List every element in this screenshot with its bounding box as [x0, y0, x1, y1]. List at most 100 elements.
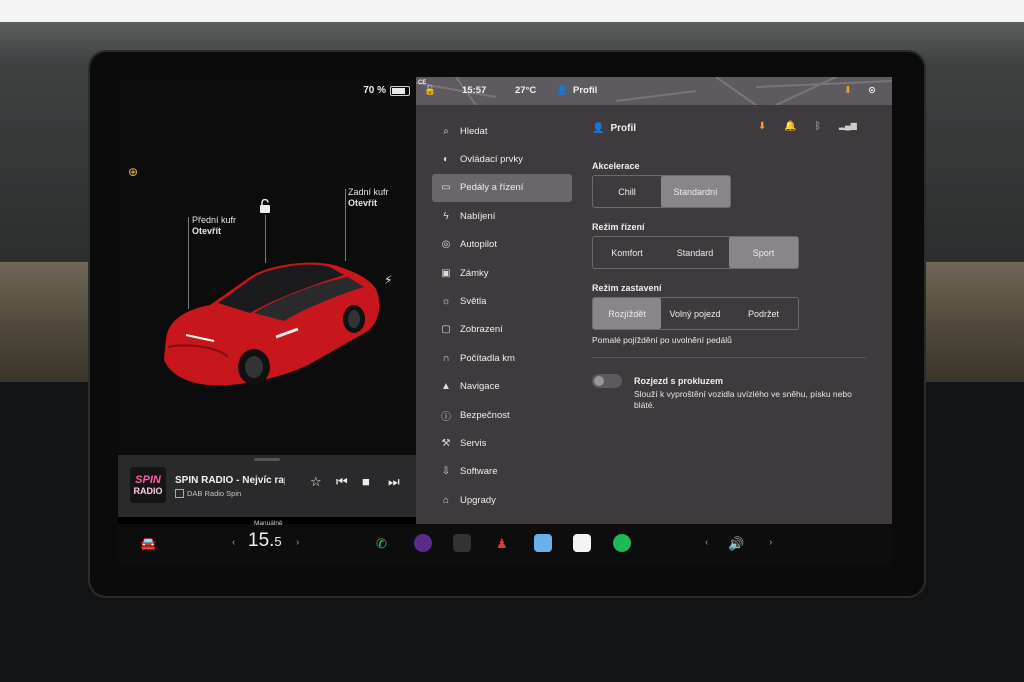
download-icon: ⇩	[441, 466, 451, 478]
rear-trunk-action[interactable]: Otevřít	[348, 198, 389, 209]
car-icon[interactable]: 🚘	[140, 536, 156, 552]
steering-option-standard[interactable]: Standard	[661, 237, 729, 268]
sidebar-item-service[interactable]: ⚒ Servis	[432, 429, 572, 457]
media-title: SPIN RADIO - Nejvíc rap	[175, 475, 285, 486]
sidebar-item-locks[interactable]: ▣ Zámky	[432, 259, 572, 287]
sidebar-item-label: Zámky	[460, 267, 489, 279]
battery-text: 70 %	[363, 85, 386, 96]
acceleration-option-chill[interactable]: Chill	[593, 176, 661, 207]
app-launcher-icon[interactable]	[534, 534, 552, 552]
lte-signal-icon: ▂▄▆	[838, 121, 857, 130]
stop-icon[interactable]: ■	[362, 475, 370, 489]
stopping-option-hold[interactable]: Podržet	[729, 298, 798, 329]
sidebar-item-display[interactable]: ▢ Zobrazení	[432, 316, 572, 344]
bag-icon: ⌂	[442, 494, 450, 506]
media-source: DAB Radio Spin	[175, 489, 241, 498]
stopping-option-roll[interactable]: Volný pojezd	[661, 298, 729, 329]
search-icon: ⌕	[443, 125, 449, 137]
acceleration-selector[interactable]: Chill Standardní	[592, 175, 731, 208]
bell-icon[interactable]: 🔔	[784, 121, 796, 132]
steering-option-sport[interactable]: Sport	[729, 237, 798, 268]
sidebar-item-label: Software	[460, 466, 498, 478]
outside-temperature: 27°C	[515, 85, 537, 96]
spotify-icon[interactable]	[613, 534, 631, 552]
download-icon[interactable]: ⬇	[844, 85, 852, 96]
sidebar-item-pedals[interactable]: ▭ Pedály a řízení	[432, 173, 572, 203]
bolt-icon: ϟ	[443, 210, 449, 222]
temp-down-chevron-icon[interactable]: ‹	[232, 537, 235, 548]
tire-pressure-icon[interactable]: ⊕	[128, 165, 138, 179]
car-icon: ▭	[441, 182, 451, 194]
sidebar-item-charging[interactable]: ϟ Nabíjení	[432, 202, 572, 230]
header-icons: ⬇ 🔔 ᛒ ▂▄▆	[758, 121, 857, 132]
slip-start-title: Rozjezd s prokluzem	[634, 376, 724, 386]
wrench-icon: ⚒	[441, 437, 451, 449]
car-panel: 70 % ⊕ Přední kufr Otevřít Zadní kufr Ot…	[118, 77, 416, 455]
lock-status-icon[interactable]: 🔓	[424, 85, 436, 96]
download-icon[interactable]: ⬇	[758, 121, 766, 132]
sidebar-item-safety[interactable]: ⓘ Bezpečnost	[432, 401, 572, 429]
dashboard-top	[0, 0, 1024, 22]
slip-start-toggle[interactable]	[592, 374, 622, 388]
rear-trunk-label: Zadní kufr	[348, 187, 389, 197]
steering-option-comfort[interactable]: Komfort	[593, 237, 661, 268]
map-strip[interactable]: CE 🔓 15:57 27°C 👤 Profil ⬇ ⊙	[416, 77, 892, 105]
settings-sidebar: ⌕ Hledat ◐ Ovládací prvky ▭ Pedály a řízení…	[432, 117, 572, 514]
sidebar-item-label: Počítadla km	[460, 352, 515, 364]
acceleration-option-standard[interactable]: Standardní	[661, 176, 730, 207]
stopping-option-creep[interactable]: Rozjíždět	[593, 298, 661, 329]
profile-icon[interactable]: 👤	[556, 85, 568, 96]
joystick-icon[interactable]: ♟	[496, 536, 508, 552]
stopping-selector[interactable]: Rozjíždět Volný pojezd Podržet	[592, 297, 799, 330]
sidebar-item-label: Ovládací prvky	[460, 154, 523, 166]
sidebar-item-controls[interactable]: ◐ Ovládací prvky	[432, 145, 572, 173]
slip-start-description: Slouží k vyproštění vozidla uvízlého ve …	[634, 389, 852, 410]
status-profile[interactable]: Profil	[573, 85, 597, 96]
sidebar-item-label: Servis	[460, 437, 487, 449]
climate-mode-label: Manuálně	[254, 520, 283, 527]
sidebar-item-navigation[interactable]: ▲ Navigace	[432, 373, 572, 401]
phone-icon[interactable]: ✆	[376, 536, 387, 552]
profile-header[interactable]: 👤 Profil	[592, 123, 636, 134]
radio-source-icon	[175, 489, 184, 498]
volume-up-chevron-icon[interactable]: ›	[769, 537, 772, 548]
cabin-temperature[interactable]: 15.5	[248, 530, 282, 552]
acceleration-title: Akcelerace	[592, 161, 640, 171]
clock: 15:57	[462, 85, 487, 96]
sidebar-item-upgrades[interactable]: ⌂ Upgrady	[432, 486, 572, 514]
sidebar-item-search[interactable]: ⌕ Hledat	[432, 117, 572, 145]
volume-down-chevron-icon[interactable]: ‹	[705, 537, 708, 548]
sidebar-item-trips[interactable]: ∩ Počítadla km	[432, 344, 572, 372]
unlock-icon[interactable]	[259, 199, 271, 213]
temp-up-chevron-icon[interactable]: ›	[296, 537, 299, 548]
rear-trunk[interactable]: Zadní kufr Otevřít	[348, 187, 389, 209]
sidebar-item-autopilot[interactable]: ◎ Autopilot	[432, 231, 572, 259]
navigation-icon: ▲	[441, 381, 451, 393]
media-player[interactable]: SPIN RADIO SPIN RADIO - Nejvíc rap DAB R…	[118, 455, 416, 517]
sidebar-item-software[interactable]: ⇩ Software	[432, 458, 572, 486]
toggle-icon: ◐	[442, 154, 450, 166]
sidebar-item-label: Bezpečnost	[460, 409, 510, 421]
sidebar-item-label: Upgrady	[460, 494, 496, 506]
sidebar-item-label: Navigace	[460, 381, 500, 393]
steering-selector[interactable]: Komfort Standard Sport	[592, 236, 799, 269]
touchscreen: 70 % ⊕ Přední kufr Otevřít Zadní kufr Ot…	[118, 77, 892, 565]
divider	[592, 357, 866, 358]
more-apps-icon[interactable]	[453, 534, 471, 552]
next-track-icon[interactable]: ⏭	[388, 475, 400, 489]
front-trunk[interactable]: Přední kufr Otevřít	[192, 215, 236, 237]
media-drag-handle[interactable]	[254, 458, 280, 461]
calendar-icon[interactable]	[573, 534, 591, 552]
favorite-star-icon[interactable]: ☆	[310, 475, 322, 489]
media-source-text: DAB Radio Spin	[187, 489, 242, 498]
camera-icon[interactable]	[414, 534, 432, 552]
front-trunk-action[interactable]: Otevřít	[192, 226, 236, 237]
map-roads	[416, 77, 892, 105]
previous-track-icon[interactable]: ⏮	[336, 475, 348, 489]
volume-icon[interactable]: 🔊	[728, 536, 744, 552]
sos-icon[interactable]: ⊙	[868, 85, 876, 96]
display-icon: ▢	[441, 324, 451, 336]
profile-label: Profil	[610, 123, 637, 134]
sidebar-item-lights[interactable]: ☼ Světla	[432, 287, 572, 315]
bluetooth-icon[interactable]: ᛒ	[815, 121, 821, 132]
